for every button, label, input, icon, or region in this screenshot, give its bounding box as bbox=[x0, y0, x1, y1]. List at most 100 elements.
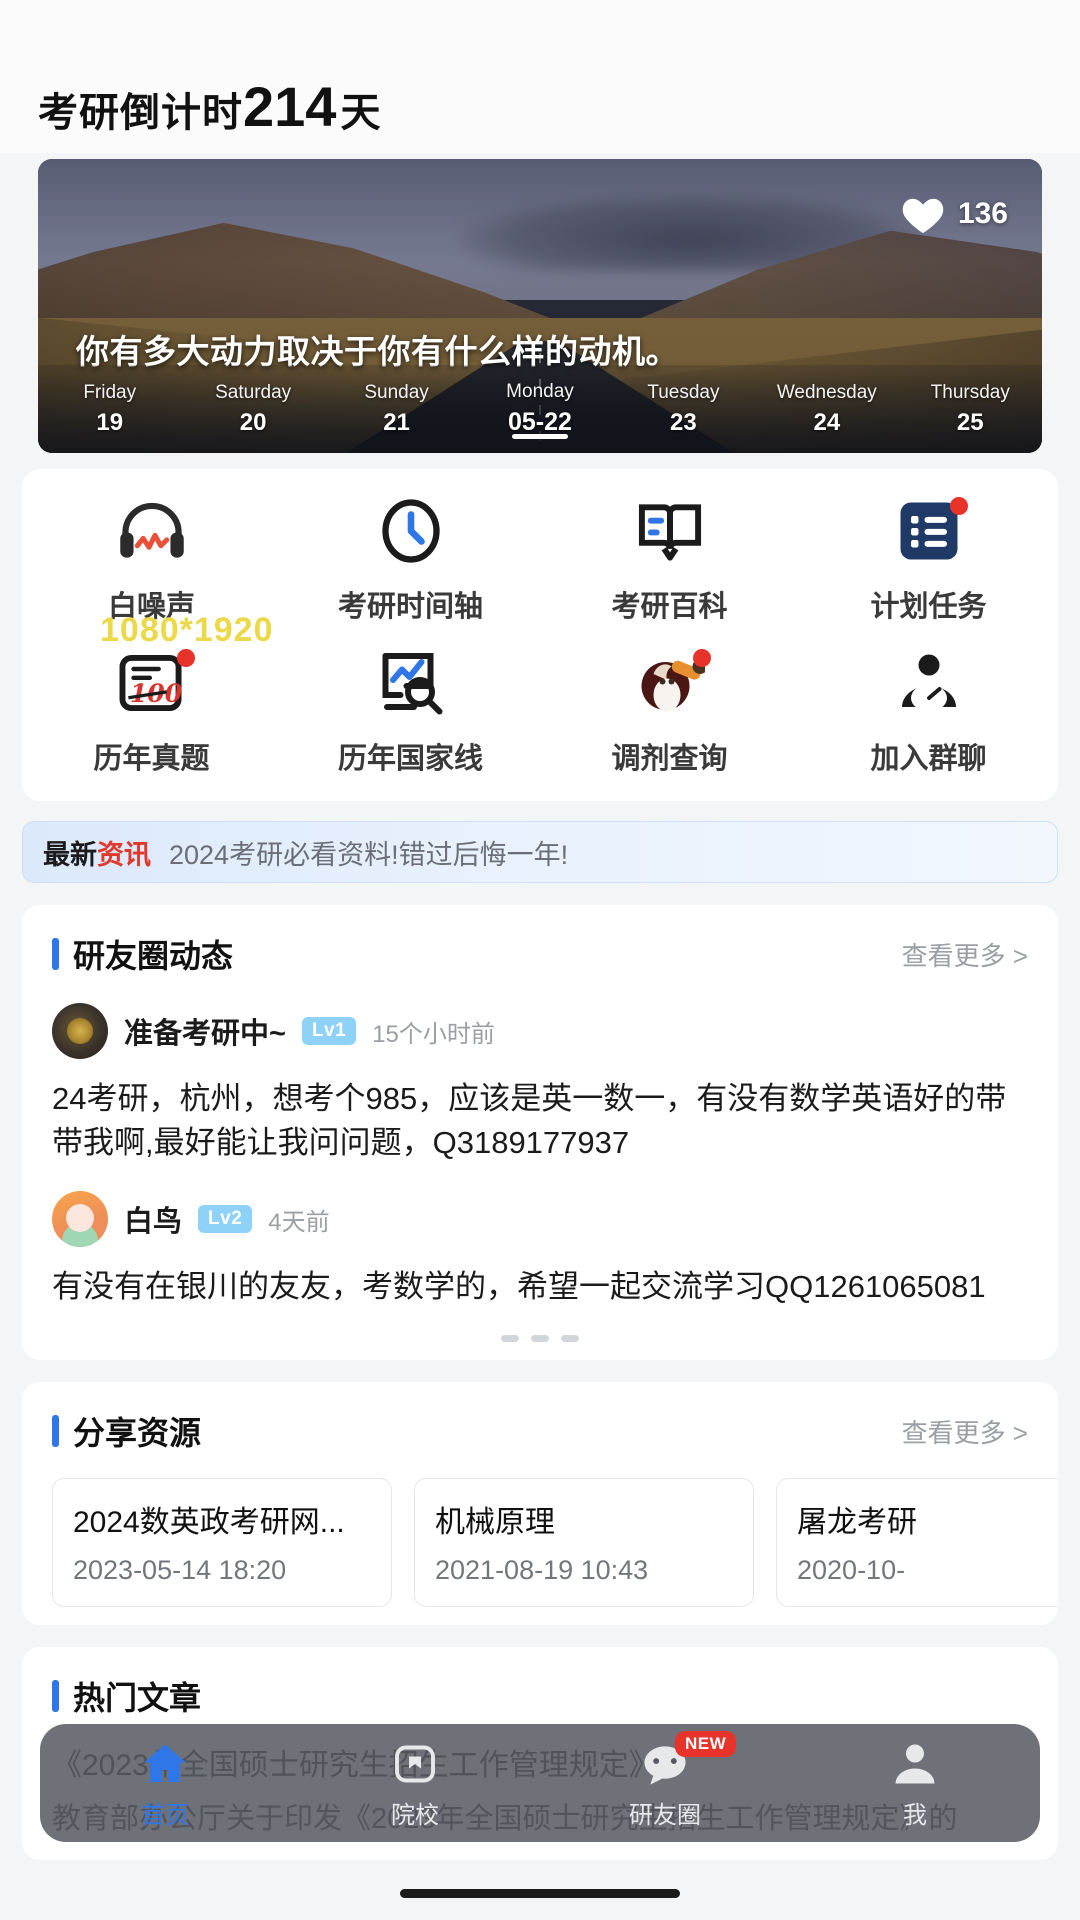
post-time: 15个小时前 bbox=[372, 1020, 495, 1048]
resource-title: 机械原理 bbox=[435, 1506, 555, 1540]
resource-title: 屠龙考研 bbox=[797, 1506, 917, 1540]
date-selected-indicator bbox=[511, 434, 568, 439]
grid-item-join-group[interactable]: 加入群聊 bbox=[799, 647, 1058, 777]
home-icon bbox=[144, 1744, 186, 1782]
grid-item-adjustment-query[interactable]: 调剂查询 bbox=[540, 647, 799, 777]
notification-dot bbox=[949, 497, 968, 515]
section-title: 热门文章 bbox=[52, 1673, 201, 1719]
date-weekday: Tuesday bbox=[647, 381, 720, 403]
news-text: 2024考研必看资料!错过后悔一年! bbox=[169, 839, 569, 870]
date-weekday: Monday bbox=[506, 381, 574, 402]
date-day: 05-22 bbox=[508, 408, 572, 436]
date-day: 20 bbox=[239, 408, 267, 436]
date-cell-selected[interactable]: Monday 05-22 bbox=[468, 381, 611, 439]
grid-item-timeline[interactable]: 考研时间轴 bbox=[281, 495, 540, 625]
post-header: 准备考研中~ Lv1 15个小时前 bbox=[52, 1003, 1028, 1059]
section-accent-bar bbox=[52, 1415, 59, 1448]
view-more-resources[interactable]: 查看更多 > bbox=[902, 1413, 1028, 1450]
post-author: 白鸟 bbox=[124, 1206, 183, 1239]
post-body: 有没有在银川的友友，考数学的，希望一起交流学习QQ1261065081 bbox=[52, 1269, 986, 1305]
resource-date: 2021-08-19 10:43 bbox=[435, 1555, 649, 1586]
news-banner[interactable]: 最新资讯 2024考研必看资料!错过后悔一年! bbox=[22, 821, 1058, 883]
date-cell[interactable]: Thursday 25 bbox=[899, 382, 1042, 437]
countdown-days: 214 bbox=[243, 75, 337, 138]
date-day: 24 bbox=[813, 408, 841, 436]
date-cell[interactable]: Wednesday 24 bbox=[755, 382, 898, 437]
new-badge: NEW bbox=[675, 1730, 737, 1757]
date-weekday: Friday bbox=[83, 381, 137, 403]
news-badge-part2: 资讯 bbox=[97, 839, 151, 870]
headphones-icon bbox=[119, 502, 184, 558]
section-name: 热门文章 bbox=[73, 1680, 202, 1717]
post-item[interactable]: 准备考研中~ Lv1 15个小时前 24考研，杭州，想考个985，应该是英一数一… bbox=[22, 1003, 1058, 1165]
person-icon bbox=[895, 1744, 935, 1783]
countdown-unit: 天 bbox=[340, 91, 381, 135]
tab-label: 研友圈 bbox=[629, 1801, 701, 1829]
notification-dot bbox=[692, 649, 711, 667]
tab-label: 首页 bbox=[141, 1801, 189, 1829]
tab-school[interactable]: 院校 bbox=[290, 1737, 540, 1830]
date-cell[interactable]: Friday 19 bbox=[38, 382, 181, 437]
grid-item-label: 计划任务 bbox=[870, 591, 987, 623]
section-title: 分享资源 bbox=[52, 1408, 201, 1454]
school-icon bbox=[395, 1745, 435, 1782]
heart-icon bbox=[902, 198, 944, 234]
date-day: 21 bbox=[383, 408, 410, 436]
countdown-label: 考研倒计时 bbox=[38, 91, 243, 135]
section-accent-bar bbox=[52, 1680, 59, 1713]
post-item[interactable]: 白鸟 Lv2 4天前 有没有在银川的友友，考数学的，希望一起交流学习QQ1261… bbox=[22, 1191, 1058, 1309]
post-author: 准备考研中~ bbox=[124, 1018, 286, 1050]
tab-profile[interactable]: 我 bbox=[790, 1737, 1040, 1830]
resource-list[interactable]: 2024数英政考研网... 2023-05-14 18:20 机械原理 2021… bbox=[22, 1478, 1058, 1608]
countdown-header: 考研倒计时 214 天 bbox=[0, 58, 1080, 153]
grid-item-encyclopedia[interactable]: 考研百科 bbox=[540, 495, 799, 625]
carousel-dot[interactable] bbox=[561, 1335, 579, 1343]
date-cell[interactable]: Tuesday 23 bbox=[612, 382, 755, 437]
friends-circle-section: 研友圈动态 查看更多 > 准备考研中~ Lv1 15个小时前 24考研，杭州，想… bbox=[22, 905, 1058, 1361]
section-header: 分享资源 查看更多 > bbox=[22, 1408, 1058, 1454]
grid-item-plan-task[interactable]: 计划任务 bbox=[799, 495, 1058, 625]
grid-item-label: 历年真题 bbox=[93, 743, 210, 775]
level-badge: Lv1 bbox=[301, 1017, 357, 1045]
chart-search-icon bbox=[382, 653, 442, 715]
clock-icon bbox=[381, 499, 440, 563]
section-title: 研友圈动态 bbox=[52, 931, 233, 977]
date-weekday: Sunday bbox=[364, 381, 429, 403]
date-cell[interactable]: Saturday 20 bbox=[181, 382, 324, 437]
grid-item-national-line[interactable]: 历年国家线 bbox=[281, 647, 540, 777]
hero-banner[interactable]: 136 你有多大动力取决于你有什么样的动机。 Friday 19 Saturda… bbox=[38, 159, 1042, 453]
tab-home[interactable]: 首页 bbox=[40, 1737, 290, 1830]
grid-item-past-exams[interactable]: 100 历年真题 bbox=[22, 647, 281, 777]
open-book-icon bbox=[638, 504, 701, 561]
avatar[interactable] bbox=[52, 1003, 108, 1059]
level-badge: Lv2 bbox=[198, 1205, 253, 1234]
date-cell[interactable]: Sunday 21 bbox=[325, 382, 468, 437]
date-day: 25 bbox=[956, 408, 984, 436]
carousel-dot[interactable] bbox=[531, 1335, 549, 1343]
feature-grid-row-1: 白噪声 考研时间轴 考研百科 计划任务 bbox=[22, 495, 1058, 625]
like-button[interactable]: 136 bbox=[900, 193, 1008, 235]
avatar[interactable] bbox=[52, 1191, 108, 1248]
news-badge-part1: 最新 bbox=[43, 839, 97, 870]
section-name: 研友圈动态 bbox=[73, 938, 234, 974]
grid-item-white-noise[interactable]: 白噪声 bbox=[22, 495, 281, 625]
notification-dot bbox=[176, 649, 195, 667]
section-header: 热门文章 bbox=[22, 1673, 1058, 1719]
bottom-navigation[interactable]: 首页 院校 NEW 研友圈 我 bbox=[40, 1724, 1040, 1842]
resource-card[interactable]: 2024数英政考研网... 2023-05-14 18:20 bbox=[52, 1478, 392, 1608]
date-weekday: Wednesday bbox=[776, 381, 877, 403]
resource-date: 2020-10- bbox=[797, 1555, 906, 1586]
resource-card[interactable]: 屠龙考研 2020-10- bbox=[776, 1478, 1058, 1608]
tab-friends-circle[interactable]: NEW 研友圈 bbox=[540, 1730, 790, 1830]
carousel-dot[interactable] bbox=[501, 1335, 519, 1343]
view-more-friends[interactable]: 查看更多 > bbox=[902, 936, 1028, 973]
date-day: 19 bbox=[96, 408, 124, 436]
carousel-dots[interactable] bbox=[22, 1335, 1058, 1343]
status-bar-spacer bbox=[0, 0, 1080, 58]
group-chat-icon bbox=[901, 654, 956, 712]
resource-title: 2024数英政考研网... bbox=[73, 1506, 345, 1540]
resource-card[interactable]: 机械原理 2021-08-19 10:43 bbox=[414, 1478, 754, 1608]
feature-grid-row-2: 100 历年真题 历年国家线 调剂查询 加入群聊 bbox=[22, 647, 1058, 777]
tab-label: 我 bbox=[903, 1801, 927, 1829]
date-strip[interactable]: Friday 19 Saturday 20 Sunday 21 Monday 0… bbox=[38, 365, 1042, 453]
